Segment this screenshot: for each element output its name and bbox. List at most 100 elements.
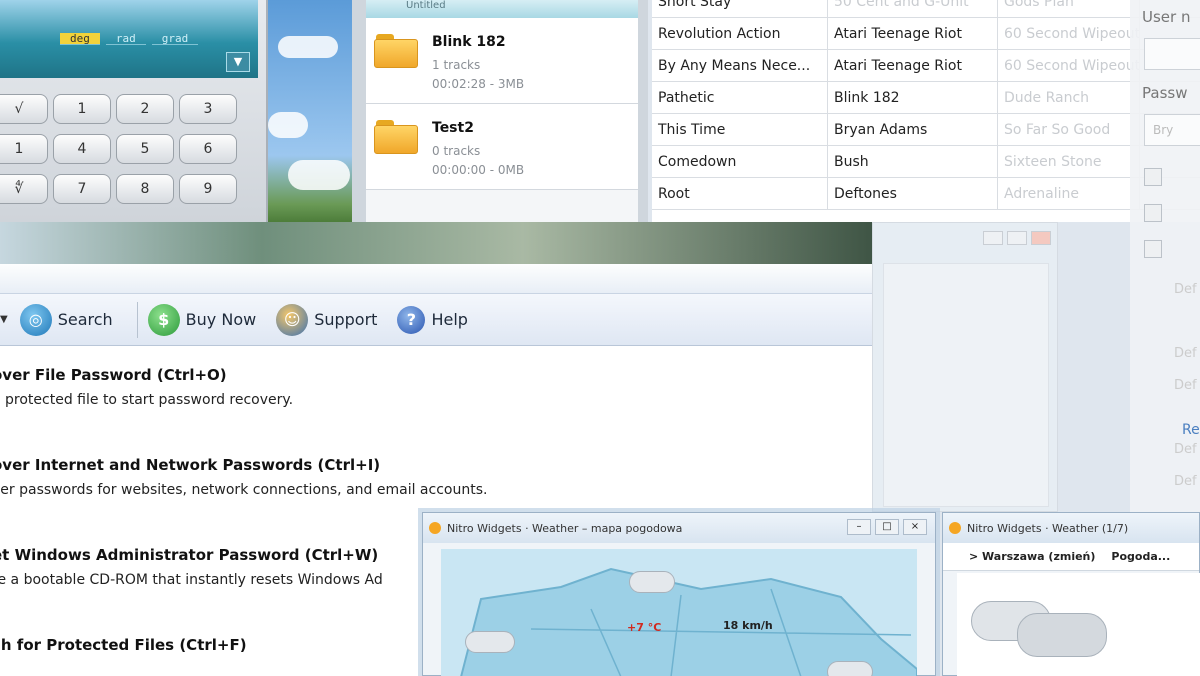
track-album: Sixteen Stone [998, 145, 1140, 178]
track-title: Root [652, 177, 828, 210]
playlist-item[interactable]: Blink 182 1 tracks 00:02:28 - 3MB [366, 18, 638, 104]
minimize-icon[interactable]: – [847, 519, 871, 535]
track-title: Revolution Action [652, 17, 828, 50]
table-row[interactable]: Pathetic Blink 182 Dude Ranch [652, 81, 1200, 114]
track-artist: Atari Teenage Riot [828, 49, 998, 82]
track-album: 60 Second Wipeout [998, 49, 1140, 82]
close-icon[interactable]: × [903, 519, 927, 535]
key-1[interactable]: 1 [53, 94, 111, 124]
forecast-body [957, 573, 1200, 676]
key-4[interactable]: 4 [53, 134, 111, 164]
cloud-icon [465, 631, 515, 653]
faded-login-form: User n Passw Bry Def Def Def Re Def Def [1130, 0, 1200, 520]
key-2[interactable]: 2 [116, 94, 174, 124]
key-8[interactable]: 8 [116, 174, 174, 204]
chevron-down-icon[interactable]: ▼ [226, 52, 250, 72]
forecast-tab[interactable]: Pogoda... [1111, 550, 1170, 563]
task-title[interactable]: over Internet and Network Passwords (Ctr… [0, 456, 872, 474]
mode-rad[interactable]: rad [105, 33, 146, 45]
help-icon: ? [397, 305, 426, 334]
key-partial[interactable]: 1 [0, 134, 48, 164]
sun-icon [949, 522, 961, 534]
window-title-text: Nitro Widgets · Weather (1/7) [967, 521, 1129, 535]
track-artist: Atari Teenage Riot [828, 17, 998, 50]
task-description: ver passwords for websites, network conn… [0, 482, 488, 498]
calculator-keypad: √ 1 2 3 1 4 5 6 ∜ 7 8 9 [0, 94, 237, 204]
key-6[interactable]: 6 [179, 134, 237, 164]
track-artist: Bush [828, 145, 998, 178]
cloud-shape [268, 112, 308, 138]
table-row[interactable]: Revolution Action Atari Teenage Riot 60 … [652, 17, 1200, 50]
desktop-wallpaper [268, 0, 352, 222]
username-field[interactable] [1144, 38, 1200, 70]
task-title[interactable]: over File Password (Ctrl+O) [0, 366, 872, 384]
playlist-header: Untitled [366, 0, 638, 18]
option-checkbox[interactable] [1144, 240, 1162, 258]
folder-icon [374, 34, 418, 68]
task-description: a protected file to start password recov… [0, 392, 294, 408]
map-outline-icon [460, 567, 917, 676]
key-7[interactable]: 7 [53, 174, 111, 204]
track-title: By Any Means Nece... [652, 49, 828, 82]
maximize-icon[interactable]: □ [875, 519, 899, 535]
weather-map: +7 °C 18 km/h [441, 549, 917, 676]
track-album: 60 Second Wipeout [998, 17, 1140, 50]
playlist-duration-size: 00:00:00 - 0MB [432, 163, 525, 177]
cloud-shape [278, 36, 338, 58]
track-artist: 50 Cent and G-Unit [828, 0, 998, 18]
playlist-name: Blink 182 [432, 34, 506, 50]
playlist-track-count: 0 tracks [432, 144, 481, 158]
support-button[interactable]: ☺ Support [276, 303, 377, 336]
faded-item: Def [1174, 442, 1197, 457]
faded-item: Def [1174, 474, 1197, 489]
playlist-duration-size: 00:02:28 - 3MB [432, 77, 525, 91]
help-button[interactable]: ? Help [397, 305, 468, 334]
table-row[interactable]: Comedown Bush Sixteen Stone [652, 145, 1200, 178]
location-link[interactable]: > Warszawa (zmień) [969, 550, 1095, 563]
chevron-down-icon[interactable]: ▼ [0, 314, 8, 325]
search-button[interactable]: ◎ Search [19, 303, 113, 336]
table-row[interactable]: By Any Means Nece... Atari Teenage Riot … [652, 49, 1200, 82]
track-artist: Deftones [828, 177, 998, 210]
window-content [883, 263, 1049, 507]
window-controls [983, 231, 1051, 245]
table-row[interactable]: This Time Bryan Adams So Far So Good [652, 113, 1200, 146]
username-label: User n [1142, 8, 1191, 26]
faded-link[interactable]: Re [1182, 422, 1200, 438]
playlist-item[interactable]: Test2 0 tracks 00:00:00 - 0MB [366, 104, 638, 190]
mode-deg[interactable]: deg [60, 33, 100, 45]
buy-now-button[interactable]: $ Buy Now [147, 303, 256, 336]
mode-grad[interactable]: grad [151, 33, 199, 45]
option-checkbox[interactable] [1144, 168, 1162, 186]
key-9[interactable]: 9 [179, 174, 237, 204]
temperature-label: +7 °C [627, 621, 662, 634]
key-5[interactable]: 5 [116, 134, 174, 164]
table-row[interactable]: Short Stay 50 Cent and G-Unit Gods Plan [652, 0, 1200, 18]
track-album: Adrenaline [998, 177, 1140, 210]
wind-label: 18 km/h [723, 619, 773, 632]
key-3[interactable]: 3 [179, 94, 237, 124]
key-root[interactable]: √ [0, 94, 48, 124]
option-checkbox[interactable] [1144, 204, 1162, 222]
password-label: Passw [1142, 84, 1188, 102]
task-item[interactable]: over File Password (Ctrl+O) a protected … [0, 346, 872, 436]
maximize-icon[interactable] [1007, 231, 1027, 245]
password-field[interactable]: Bry [1144, 114, 1200, 146]
cloud-icon [629, 571, 675, 593]
track-artist: Blink 182 [828, 81, 998, 114]
minimize-icon[interactable] [983, 231, 1003, 245]
toolbar: ▼ ◎ Search $ Buy Now ☺ Support ? Help [0, 294, 872, 346]
cart-icon: $ [147, 303, 180, 336]
support-icon: ☺ [276, 303, 309, 336]
search-label: Search [57, 310, 113, 329]
weather-map-window: Nitro Widgets · Weather – mapa pogodowa … [422, 512, 936, 676]
table-row[interactable]: Root Deftones Adrenaline [652, 177, 1200, 210]
key-root-n[interactable]: ∜ [0, 174, 48, 204]
help-label: Help [431, 310, 468, 329]
window-title: Nitro Widgets · Weather (1/7) [943, 513, 1199, 543]
track-title: Short Stay [652, 0, 828, 18]
search-icon: ◎ [19, 303, 52, 336]
close-icon[interactable] [1031, 231, 1051, 245]
calculator-window: deg rad grad ▼ √ 1 2 3 1 4 5 6 ∜ 7 8 9 [0, 0, 268, 222]
playlist-track-count: 1 tracks [432, 58, 481, 72]
